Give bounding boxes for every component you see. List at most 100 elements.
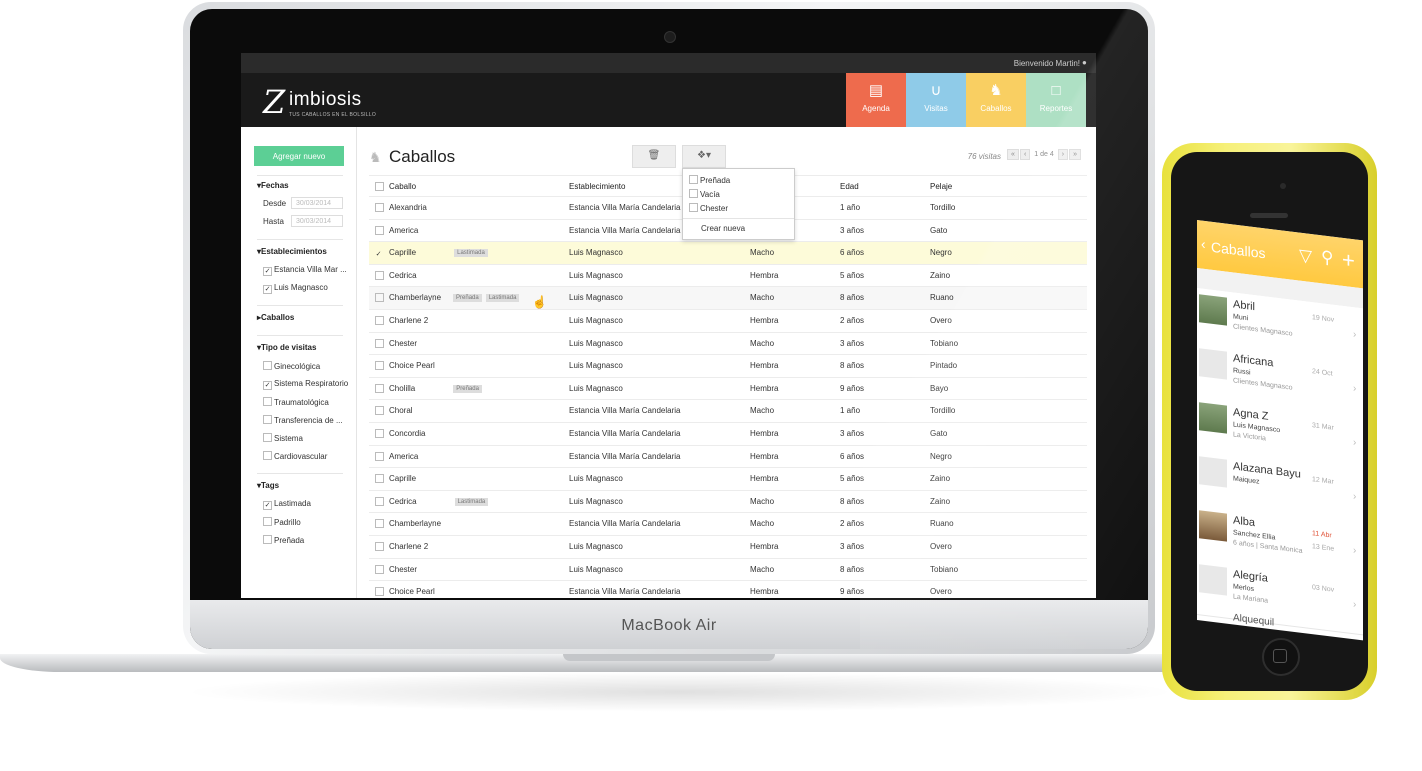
checkbox-checked[interactable]: ✓ — [263, 285, 272, 294]
horse-name[interactable]: Alexandria — [389, 203, 427, 212]
row-checkbox[interactable] — [375, 406, 386, 416]
table-row[interactable]: Chamberlayne Estancia Villa María Candela… — [369, 513, 1087, 536]
row-checkbox[interactable] — [375, 315, 386, 326]
filter-item[interactable]: Preñada — [263, 535, 304, 545]
search-icon[interactable]: ⚲ — [1321, 247, 1333, 269]
row-checkbox[interactable] — [375, 428, 386, 439]
horse-name[interactable]: Concordia — [389, 429, 425, 438]
section-establecimientos[interactable]: ▾Establecimientos — [257, 247, 327, 256]
checkbox-checked[interactable]: ✓ — [263, 267, 272, 276]
filter-item[interactable]: Cardiovascular — [263, 451, 327, 461]
tag-option[interactable]: Vacía — [689, 189, 720, 199]
filter-icon[interactable]: ▽ — [1299, 246, 1312, 268]
row-checkbox[interactable] — [375, 564, 386, 575]
tab-visitas[interactable]: ∪ Visitas — [906, 73, 966, 127]
row-checkbox[interactable] — [375, 361, 386, 371]
add-new-button[interactable]: Agregar nuevo — [254, 146, 344, 166]
table-row[interactable]: Choral Estancia Villa María Candelaria Mac… — [369, 400, 1087, 423]
row-checkbox[interactable] — [375, 587, 386, 597]
tag-option[interactable]: Chester — [689, 203, 728, 213]
checkbox[interactable] — [263, 517, 272, 526]
tab-reportes[interactable]: □ Reportes — [1026, 73, 1086, 127]
section-tipo-visitas[interactable]: ▾Tipo de visitas — [257, 343, 316, 352]
horse-name[interactable]: Choice Pearl — [389, 361, 435, 370]
horse-name[interactable]: Chamberlayne — [389, 519, 441, 528]
checkbox[interactable] — [689, 175, 698, 184]
section-caballos[interactable]: ▸Caballos — [257, 313, 294, 322]
checkbox-checked[interactable]: ✓ — [263, 501, 272, 510]
checkbox[interactable] — [263, 535, 272, 544]
back-chevron-icon[interactable]: ‹ — [1201, 235, 1206, 252]
horse-name[interactable]: Charlene 2 — [389, 316, 428, 325]
table-row[interactable]: Concordia Estancia Villa María Candelaria… — [369, 423, 1087, 446]
checkbox[interactable] — [263, 361, 272, 370]
create-tag-button[interactable]: Crear nueva — [701, 224, 745, 233]
prev-page-button[interactable]: ‹ — [1019, 149, 1031, 160]
table-row[interactable]: America Estancia Villa María Candelaria He… — [369, 446, 1087, 469]
next-page-button[interactable]: › — [1057, 149, 1069, 160]
table-row[interactable]: Choice Pearl Luis Magnasco Hembra 8 años Pin… — [369, 355, 1087, 378]
column-header[interactable]: Establecimiento — [569, 182, 625, 191]
table-row[interactable]: Chester Luis Magnasco Macho 3 años Tobiano — [369, 333, 1087, 356]
table-row[interactable]: Cedrica Luis Magnasco Hembra 5 años Zaino — [369, 265, 1087, 288]
checkbox[interactable] — [263, 433, 272, 442]
horse-name[interactable]: Chester — [389, 339, 417, 348]
table-row[interactable]: Charlene 2 Luis Magnasco Hembra 2 años Overo — [369, 310, 1087, 333]
filter-item[interactable]: Padrillo — [263, 517, 301, 527]
horse-name[interactable]: Caprille Lastimada — [389, 248, 488, 258]
column-header[interactable]: Edad — [840, 182, 859, 191]
row-checkbox[interactable] — [375, 270, 386, 281]
row-checkbox[interactable] — [375, 203, 386, 213]
filter-item[interactable]: ✓ Estancia Villa Mar ... — [263, 265, 347, 276]
filter-item[interactable]: Traumatológica — [263, 397, 329, 407]
filter-item[interactable]: Sistema — [263, 433, 303, 443]
section-tags[interactable]: ▾Tags — [257, 481, 279, 490]
select-all-checkbox[interactable] — [375, 182, 386, 192]
horse-name[interactable]: Chamberlayne Preñada Lastimada — [389, 293, 520, 303]
horse-name[interactable]: Choral — [389, 406, 413, 415]
horse-name[interactable]: Cedrica — [389, 271, 417, 280]
row-checkbox[interactable] — [375, 496, 386, 507]
horse-name[interactable]: America — [389, 452, 418, 461]
horse-name[interactable]: America — [389, 226, 418, 235]
horse-name[interactable]: Caprille — [389, 474, 416, 483]
tab-caballos[interactable]: ♞ Caballos — [966, 73, 1026, 127]
tab-agenda[interactable]: ▤ Agenda — [846, 73, 906, 127]
table-row[interactable]: Charlene 2 Luis Magnasco Hembra 3 años Overo — [369, 536, 1087, 559]
logo[interactable]: Z imbiosis TUS CABALLOS EN EL BOLSILLO — [263, 83, 403, 121]
column-header[interactable]: Pelaje — [930, 182, 952, 191]
row-checkbox[interactable] — [375, 383, 386, 394]
horse-name[interactable]: Chester — [389, 565, 417, 574]
first-page-button[interactable]: « — [1007, 149, 1019, 160]
checkbox[interactable] — [263, 415, 272, 424]
table-row[interactable]: Chester Luis Magnasco Macho 8 años Tobiano — [369, 559, 1087, 582]
row-checkbox[interactable] — [375, 541, 386, 552]
row-checkbox[interactable] — [375, 451, 386, 462]
add-icon[interactable]: + — [1342, 247, 1355, 275]
filter-item[interactable]: ✓ Lastimada — [263, 499, 311, 510]
hasta-input[interactable] — [291, 215, 343, 227]
table-row[interactable]: Caprille Luis Magnasco Hembra 5 años Zaino — [369, 468, 1087, 491]
row-checkbox[interactable] — [375, 293, 386, 303]
checkbox[interactable] — [263, 397, 272, 406]
tag-option[interactable]: Preñada — [689, 175, 730, 185]
delete-button[interactable]: 🗑 — [632, 145, 676, 168]
horse-name[interactable]: Cedrica Lastimada — [389, 497, 489, 506]
tag-button[interactable]: ❖▾ — [682, 145, 726, 168]
filter-item[interactable]: ✓ Sistema Respiratorio — [263, 379, 348, 390]
table-row[interactable]: Cedrica Lastimada Luis Magnasco Macho 8 años… — [369, 491, 1087, 514]
checkbox-checked[interactable]: ✓ — [263, 381, 272, 390]
checkbox[interactable] — [689, 203, 698, 212]
section-fechas[interactable]: ▾Fechas — [257, 181, 289, 190]
checkbox[interactable] — [689, 189, 698, 198]
row-checkbox[interactable] — [375, 338, 386, 349]
table-row[interactable]: Cholilla Preñada Luis Magnasco Hembra 9 años… — [369, 378, 1087, 401]
checkbox[interactable] — [263, 451, 272, 460]
last-page-button[interactable]: » — [1069, 149, 1081, 160]
table-row[interactable]: ✓ Caprille Lastimada Luis Magnasco Macho 6 añ… — [369, 242, 1087, 265]
row-checkbox[interactable] — [375, 225, 386, 236]
row-checkbox[interactable] — [375, 474, 386, 484]
filter-item[interactable]: Ginecológica — [263, 361, 320, 371]
table-row[interactable]: Choice Pearl Estancia Villa María Candela… — [369, 581, 1087, 598]
column-header[interactable]: Caballo — [389, 182, 416, 191]
